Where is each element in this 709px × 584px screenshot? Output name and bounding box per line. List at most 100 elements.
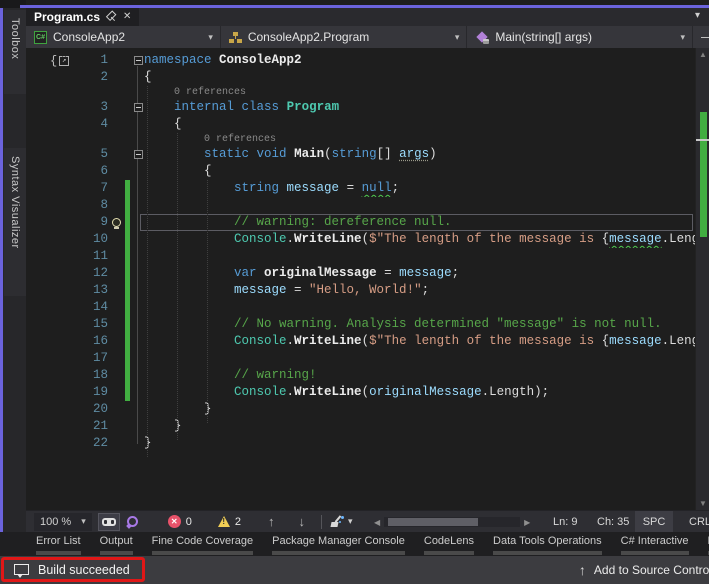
pin-icon[interactable] (105, 11, 118, 24)
document-tab-program-cs[interactable]: Program.cs ✕ (26, 8, 139, 26)
glyph-margin (26, 350, 90, 367)
error-icon: ✕ (168, 515, 181, 528)
code-line-11[interactable]: 11 (26, 248, 695, 265)
panel-tab-fine-code-coverage[interactable]: Fine Code Coverage (149, 535, 257, 555)
change-bar-margin (124, 435, 132, 452)
csharp-project-icon: C# (34, 31, 47, 44)
code-line-5[interactable]: 5 static void Main(string[] args) (26, 146, 695, 163)
line-number: 6 (90, 163, 108, 180)
line-number: 18 (90, 367, 108, 384)
code-line-13[interactable]: 13 message = "Hello, World!"; (26, 282, 695, 299)
zoom-level-dropdown[interactable]: 100 % ▾ (34, 513, 92, 531)
line-number: 16 (90, 333, 108, 350)
horizontal-scroll-thumb[interactable] (388, 518, 478, 526)
change-bar-margin (124, 367, 132, 384)
code-line-8[interactable]: 8 (26, 197, 695, 214)
next-issue-button[interactable]: ↓ (286, 514, 317, 529)
error-filter-button[interactable]: ✕ 0 (165, 513, 195, 531)
code-line-4[interactable]: 4 { (26, 116, 695, 133)
member-dropdown[interactable]: Main(string[] args) ▾ (467, 26, 693, 48)
zoom-level-value: 100 % (40, 516, 71, 528)
status-bar: Build succeeded ↑ Add to Source Control (0, 556, 709, 584)
line-number: 19 (90, 384, 108, 401)
code-line-17[interactable]: 17 (26, 350, 695, 367)
code-cleanup-button[interactable]: ▾ (326, 513, 356, 531)
change-bar (125, 248, 130, 265)
change-bar (125, 333, 130, 350)
code-line-19[interactable]: 19 Console.WriteLine(originalMessage.Len… (26, 384, 695, 401)
vertical-scrollbar[interactable]: ▲ ▼ (695, 48, 709, 510)
sidebar-tab-toolbox[interactable]: Toolbox (4, 10, 26, 94)
panel-tab-codelens[interactable]: CodeLens (421, 535, 477, 555)
scroll-right-icon[interactable]: ▶ (520, 518, 534, 527)
sidebar-tab-syntax-visualizer[interactable]: Syntax Visualizer (4, 148, 26, 296)
codelens-row[interactable]: 0 references (26, 86, 695, 99)
glyph-margin (26, 163, 90, 180)
code-line-14[interactable]: 14 (26, 299, 695, 316)
code-line-18[interactable]: 18 // warning! (26, 367, 695, 384)
panel-tab-error-list[interactable]: Error List (33, 535, 84, 555)
fold-toggle-icon[interactable] (134, 103, 143, 112)
code-line-3[interactable]: 3 internal class Program (26, 99, 695, 116)
code-line-10[interactable]: 10 Console.WriteLine($"The length of the… (26, 231, 695, 248)
panel-tab-output[interactable]: Output (97, 535, 136, 555)
panel-tab-c-interactive[interactable]: C# Interactive (618, 535, 692, 555)
line-number: 22 (90, 435, 108, 452)
warning-icon (218, 516, 230, 527)
panel-tab-data-tools-operations[interactable]: Data Tools Operations (490, 535, 605, 555)
line-number: 9 (90, 214, 108, 231)
fold-toggle-icon[interactable] (134, 150, 143, 159)
split-editor-button[interactable] (693, 26, 709, 48)
change-bar (125, 180, 130, 197)
code-line-7[interactable]: 7 string message = null; (26, 180, 695, 197)
caret-position-mark (696, 139, 709, 141)
class-icon (229, 31, 242, 44)
horizontal-scrollbar[interactable]: ◀ ▶ (370, 515, 566, 529)
panel-tab-deve[interactable]: Deve (705, 535, 709, 555)
glyph-margin (26, 265, 90, 282)
codelens-references-label[interactable]: 0 references (204, 134, 276, 145)
line-number: 21 (90, 418, 108, 435)
glyph-margin (26, 99, 90, 116)
codelens-references-label[interactable]: 0 references (174, 87, 246, 98)
warning-filter-button[interactable]: 2 (215, 513, 244, 531)
spaces-indicator[interactable]: SPC (635, 511, 673, 533)
code-line-16[interactable]: 16 Console.WriteLine($"The length of the… (26, 333, 695, 350)
scroll-left-icon[interactable]: ◀ (370, 518, 384, 527)
previous-issue-button[interactable]: ↑ (256, 514, 287, 529)
code-line-9[interactable]: 9 // warning: dereference null. (26, 214, 695, 231)
change-bar-margin (124, 52, 132, 69)
line-number: 10 (90, 231, 108, 248)
scroll-down-icon[interactable]: ▼ (696, 499, 709, 508)
line-ending-indicator[interactable]: CRLF (679, 511, 709, 533)
code-text: string message = null; (144, 180, 695, 197)
scroll-up-icon[interactable]: ▲ (696, 50, 709, 59)
copilot-button[interactable] (98, 513, 120, 531)
code-editor[interactable]: {↗1namespace ConsoleApp22{0 references3 … (26, 48, 695, 510)
lightbulb-icon[interactable] (112, 218, 121, 227)
codelens-row[interactable]: 0 references (26, 133, 695, 146)
change-bar-margin (124, 299, 132, 316)
change-tracking-mark (700, 112, 707, 237)
fold-toggle-icon[interactable] (134, 56, 143, 65)
tab-list-chevron-icon[interactable]: ▾ (695, 10, 700, 21)
change-bar (125, 214, 130, 231)
add-to-source-control-button[interactable]: ↑ Add to Source Control (579, 556, 709, 584)
copilot-chat-button[interactable] (124, 513, 141, 531)
code-line-21[interactable]: 21 } (26, 418, 695, 435)
code-line-1[interactable]: {↗1namespace ConsoleApp2 (26, 52, 695, 69)
panel-tab-package-manager-console[interactable]: Package Manager Console (269, 535, 408, 555)
change-bar-margin (124, 265, 132, 282)
change-bar-margin (124, 69, 132, 86)
type-dropdown[interactable]: ConsoleApp2.Program ▾ (221, 26, 468, 48)
glyph-margin (26, 367, 90, 384)
project-dropdown[interactable]: C# ConsoleApp2 ▾ (26, 26, 221, 48)
code-line-15[interactable]: 15 // No warning. Analysis determined "m… (26, 316, 695, 333)
code-line-12[interactable]: 12 var originalMessage = message; (26, 265, 695, 282)
code-line-2[interactable]: 2{ (26, 69, 695, 86)
code-line-20[interactable]: 20 } (26, 401, 695, 418)
horizontal-scroll-track[interactable] (384, 517, 520, 527)
close-icon[interactable]: ✕ (123, 12, 131, 22)
code-line-22[interactable]: 22} (26, 435, 695, 452)
code-line-6[interactable]: 6 { (26, 163, 695, 180)
